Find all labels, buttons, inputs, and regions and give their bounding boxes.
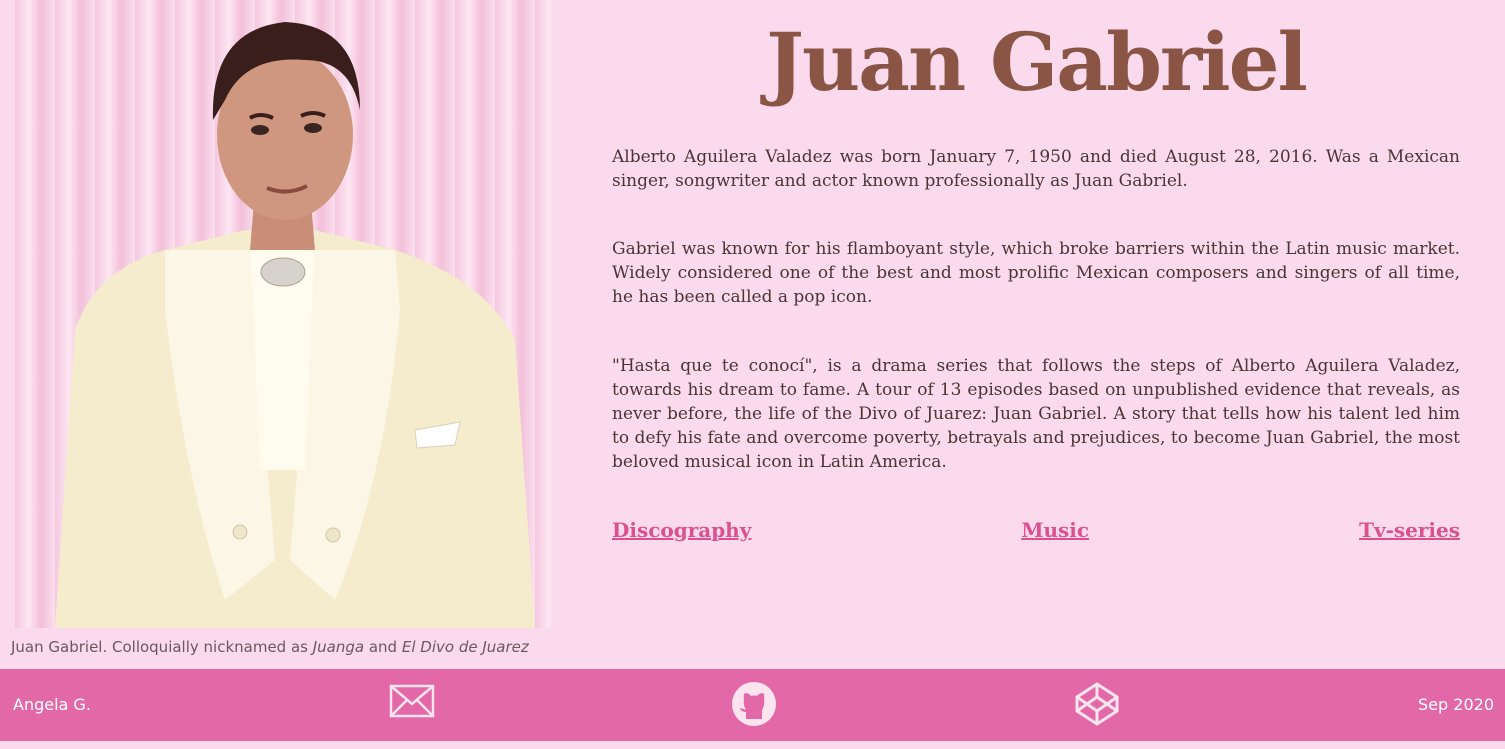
portrait-photo <box>15 0 553 628</box>
discography-link[interactable]: Discography <box>612 518 751 542</box>
photo-caption: Juan Gabriel. Colloquially nicknamed as … <box>11 638 571 656</box>
section-links: Discography Music Tv-series <box>612 518 1460 542</box>
caption-nickname-divo: El Divo de Juarez <box>401 638 529 656</box>
codepen-icon[interactable] <box>1074 681 1120 731</box>
music-link[interactable]: Music <box>1021 518 1089 542</box>
caption-text: Juan Gabriel. Colloquially nicknamed as <box>11 638 313 656</box>
footer-date: Sep 2020 <box>1418 695 1494 714</box>
footer: Angela G. Sep 2020 <box>0 669 1505 741</box>
tv-series-link[interactable]: Tv-series <box>1359 518 1460 542</box>
footer-author: Angela G. <box>13 695 91 714</box>
caption-and: and <box>364 638 402 656</box>
bio-paragraph-3: "Hasta que te conocí", is a drama series… <box>612 356 1460 472</box>
github-icon[interactable] <box>731 681 777 731</box>
portrait-illustration <box>55 22 535 628</box>
mail-icon[interactable] <box>389 683 435 723</box>
caption-nickname-juanga: Juanga <box>312 638 365 656</box>
bio-paragraph-2: Gabriel was known for his flamboyant sty… <box>612 239 1460 307</box>
page-title: Juan Gabriel <box>766 15 1308 109</box>
bio-paragraph-1: Alberto Aguilera Valadez was born Januar… <box>612 147 1460 191</box>
